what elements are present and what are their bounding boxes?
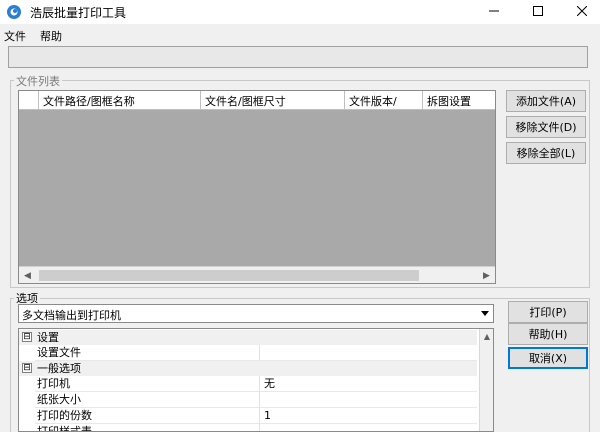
output-mode-select[interactable]: 多文档输出到打印机 bbox=[18, 304, 494, 323]
path-field[interactable] bbox=[8, 46, 588, 68]
column-header-version[interactable]: 文件版本/ bbox=[345, 91, 423, 110]
property-row-plot-style[interactable]: 打印样式表 bbox=[19, 424, 477, 432]
minimize-button[interactable] bbox=[474, 0, 514, 24]
remove-file-button[interactable]: 移除文件(D) bbox=[506, 116, 586, 138]
collapse-icon[interactable]: ⊟ bbox=[22, 332, 32, 342]
property-value[interactable]: 1 bbox=[259, 408, 477, 423]
add-file-button[interactable]: 添加文件(A) bbox=[506, 90, 586, 112]
property-row-settings-file[interactable]: 设置文件 bbox=[19, 345, 477, 360]
cancel-button[interactable]: 取消(X) bbox=[508, 347, 588, 369]
vertical-scrollbar[interactable]: ▲ bbox=[479, 329, 493, 431]
maximize-icon bbox=[533, 5, 543, 19]
output-mode-value: 多文档输出到打印机 bbox=[22, 309, 121, 322]
property-row-paper-size[interactable]: 纸张大小 bbox=[19, 392, 477, 407]
property-name: 打印的份数 bbox=[37, 409, 92, 422]
minimize-icon bbox=[489, 6, 499, 19]
table-body[interactable] bbox=[19, 110, 495, 266]
help-button[interactable]: 帮助(H) bbox=[508, 323, 588, 345]
property-grid[interactable]: ⊟ 设置 设置文件 ⊟ 一般选项 打印机 无 纸张大小 打印的份数 1 打印样式… bbox=[18, 328, 494, 432]
property-category-label: 一般选项 bbox=[37, 362, 81, 375]
table-header: 文件路径/图框名称 文件名/图框尺寸 文件版本/ 拆图设置 图 bbox=[19, 91, 495, 110]
property-name: 打印样式表 bbox=[37, 425, 92, 432]
property-category-general[interactable]: ⊟ 一般选项 bbox=[19, 361, 477, 376]
app-logo-icon bbox=[6, 4, 22, 20]
column-header-split[interactable]: 拆图设置 bbox=[423, 91, 495, 110]
property-name: 纸张大小 bbox=[37, 393, 81, 406]
property-value[interactable] bbox=[259, 345, 477, 360]
property-value[interactable]: 无 bbox=[259, 376, 477, 391]
horizontal-scrollbar[interactable]: ◀ ▶ bbox=[19, 266, 495, 283]
property-row-printer[interactable]: 打印机 无 bbox=[19, 376, 477, 391]
column-header-filename[interactable]: 文件名/图框尺寸 bbox=[201, 91, 345, 110]
window-title: 浩辰批量打印工具 bbox=[30, 6, 127, 20]
property-category-settings[interactable]: ⊟ 设置 bbox=[19, 330, 477, 345]
property-name: 打印机 bbox=[37, 377, 70, 390]
collapse-icon[interactable]: ⊟ bbox=[22, 363, 32, 373]
property-row-copies[interactable]: 打印的份数 1 bbox=[19, 408, 477, 423]
scroll-right-icon[interactable]: ▶ bbox=[478, 267, 495, 283]
property-name: 设置文件 bbox=[37, 346, 81, 359]
file-list-title: 文件列表 bbox=[14, 73, 62, 89]
print-button[interactable]: 打印(P) bbox=[508, 301, 588, 323]
property-category-label: 设置 bbox=[37, 331, 59, 344]
column-header-path[interactable]: 文件路径/图框名称 bbox=[39, 91, 201, 110]
scroll-left-icon[interactable]: ◀ bbox=[19, 267, 36, 283]
column-header-select[interactable] bbox=[19, 91, 39, 110]
menu-file[interactable]: 文件 bbox=[4, 28, 26, 44]
close-button[interactable] bbox=[562, 0, 600, 24]
property-value[interactable] bbox=[259, 392, 477, 407]
menu-bar: 文件 帮助 bbox=[0, 26, 600, 44]
remove-all-button[interactable]: 移除全部(L) bbox=[506, 142, 586, 164]
chevron-down-icon[interactable] bbox=[476, 305, 493, 322]
scroll-thumb[interactable] bbox=[39, 270, 419, 281]
scroll-up-icon[interactable]: ▲ bbox=[480, 329, 493, 343]
property-value[interactable] bbox=[259, 424, 477, 431]
title-bar: 浩辰批量打印工具 bbox=[0, 0, 600, 24]
maximize-button[interactable] bbox=[518, 0, 558, 24]
close-icon bbox=[576, 5, 588, 19]
file-table[interactable]: 文件路径/图框名称 文件名/图框尺寸 文件版本/ 拆图设置 图 ◀ ▶ bbox=[18, 90, 496, 284]
menu-help[interactable]: 帮助 bbox=[40, 28, 62, 44]
